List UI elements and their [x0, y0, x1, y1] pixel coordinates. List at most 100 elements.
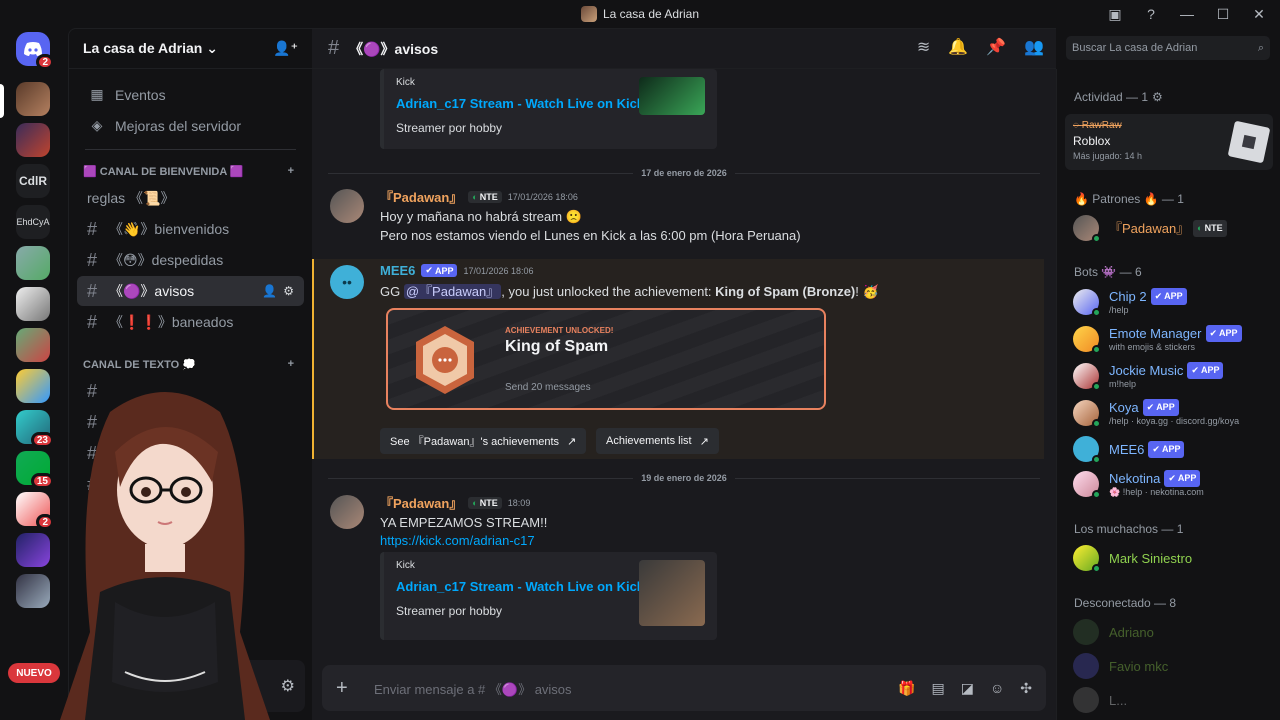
member-list-icon[interactable]: 👥 [1024, 37, 1044, 57]
help-icon[interactable]: ? [1140, 3, 1162, 25]
member-padawan[interactable]: 『Padawan』 ◐ NTE [1073, 215, 1227, 243]
avatar[interactable]: •• [330, 265, 364, 299]
gear-icon[interactable]: ⚙ [1152, 90, 1163, 104]
member-list: Actividad — 1 ⚙ ◌ RawRaw Roblox Más jugad… [1056, 69, 1280, 720]
member-name: L... [1109, 692, 1128, 708]
gear-icon[interactable]: ⚙ [283, 284, 294, 298]
search-icon: ⌕ [1257, 41, 1264, 54]
activity-card[interactable]: ◌ RawRaw Roblox Más jugado: 14 h [1065, 114, 1273, 170]
member-offline[interactable]: L... [1073, 687, 1127, 713]
channel-despedidas[interactable]: # 《😳》despedidas [77, 245, 304, 275]
avatar[interactable] [330, 495, 364, 529]
sticker-icon[interactable]: ◪ [961, 680, 974, 697]
channel-text-2[interactable]: # [77, 407, 304, 437]
add-channel-icon[interactable]: + [288, 358, 294, 370]
member-offline[interactable]: Adriano [1073, 619, 1154, 645]
tag-label: APP [1219, 328, 1238, 338]
member-bot[interactable]: Nekotina ✔ APP 🌸 !help · nekotina.com [1073, 470, 1204, 499]
channel-text-3[interactable]: # [77, 438, 304, 468]
member-bot[interactable]: Emote Manager ✔ APP with emojis & stickers [1073, 325, 1242, 354]
emoji-icon[interactable]: ☺ [990, 680, 1004, 697]
avatar [1073, 619, 1099, 645]
search-input[interactable]: Buscar La casa de Adrian ⌕ [1066, 36, 1270, 60]
achievement-card[interactable]: ACHIEVEMENT UNLOCKED! King of Spam Send … [386, 308, 826, 410]
server-ehdcya[interactable]: EhdCyA [16, 205, 50, 239]
threads-icon[interactable]: ≋ [917, 37, 930, 57]
user-mention[interactable]: @『Padawan』 [403, 284, 502, 299]
home-button[interactable]: 2 [16, 32, 54, 70]
attach-plus-icon[interactable]: + [336, 677, 356, 700]
embed-thumbnail[interactable] [639, 560, 705, 626]
app-tag: ✔ APP [1187, 362, 1224, 379]
server-8[interactable] [16, 369, 50, 403]
date-divider: 19 de enero de 2026 [328, 472, 1040, 484]
message-author[interactable]: 『Padawan』 [380, 187, 462, 206]
close-icon[interactable]: ✕ [1248, 3, 1270, 25]
spinner-icon: ◌ [1073, 120, 1082, 131]
avatar [1073, 362, 1101, 391]
composer-placeholder[interactable]: Enviar mensaje a # 《🟣》 avisos [374, 679, 880, 698]
channel-baneados[interactable]: # 《❗❗》baneados [77, 307, 304, 337]
server-11[interactable]: 2 [16, 492, 54, 530]
message-author[interactable]: MEE6 [380, 263, 415, 278]
tag-icon: ◐ [472, 497, 478, 508]
server-cdlr[interactable]: CdlR [16, 164, 50, 198]
message-author[interactable]: 『Padawan』 [380, 493, 462, 512]
see-achievements-button[interactable]: See 『Padawan』's achievements ↗ [380, 428, 587, 454]
member-bot[interactable]: Jockie Music ✔ APP m!help [1073, 362, 1224, 391]
date-divider-label: 19 de enero de 2026 [641, 473, 727, 483]
channel-text-1[interactable]: # [77, 376, 304, 406]
chat-area: # 《🟣》avisos ≋ 🔔 📌 👥 Kick Adrian_c17 Stre… [312, 28, 1056, 720]
member-bot[interactable]: Chip 2 ✔ APP/help [1073, 288, 1187, 317]
message-link[interactable]: https://kick.com/adrian-c17 [380, 533, 1030, 548]
server-10[interactable]: 15 [16, 451, 54, 489]
text-part: ! 🥳 [855, 284, 879, 299]
invite-icon[interactable]: 👤⁺ [273, 40, 298, 57]
avatar [1073, 545, 1101, 573]
avatar[interactable] [330, 189, 364, 223]
maximize-icon[interactable]: ☐ [1212, 3, 1234, 25]
achievements-list-button[interactable]: Achievements list ↗ [596, 428, 719, 454]
server-7[interactable] [16, 328, 50, 362]
server-6[interactable] [16, 287, 50, 321]
gift-icon[interactable]: 🎁 [898, 680, 915, 697]
server-la-casa[interactable] [16, 82, 50, 116]
embed-thumbnail[interactable] [639, 77, 705, 115]
sidebar-item-mejoras[interactable]: ◈ Mejoras del servidor [77, 110, 304, 141]
channel-text-4[interactable]: # [77, 469, 304, 499]
minimize-icon[interactable]: — [1176, 3, 1198, 25]
message-composer[interactable]: + Enviar mensaje a # 《🟣》 avisos 🎁 ▤ ◪ ☺ … [322, 665, 1046, 711]
user-settings-gear-icon[interactable]: ⚙ [281, 676, 295, 696]
category-texto[interactable]: CANAL DE TEXTO 💭 + [69, 353, 312, 375]
member-bot[interactable]: Koya ✔ APP/help · koya.gg · discord.gg/ko… [1073, 399, 1239, 428]
embed-description: Streamer por hobby [396, 121, 503, 135]
channel-bienvenidos[interactable]: # 《👋》bienvenidos [77, 214, 304, 244]
server-13[interactable] [16, 574, 50, 608]
server-5[interactable] [16, 246, 50, 280]
server-9[interactable]: 23 [16, 410, 54, 448]
channel-sidebar: La casa de Adrian ⌄ 👤⁺ ▦ Eventos ◈ Mejoras… [68, 28, 312, 720]
inbox-icon[interactable]: ▣ [1104, 3, 1126, 25]
server-12[interactable] [16, 533, 50, 567]
add-channel-icon[interactable]: + [288, 165, 294, 177]
server-2[interactable] [16, 123, 50, 157]
member-bot[interactable]: MEE6 ✔ APP [1073, 436, 1185, 464]
message: 『Padawan』 ◐ NTE 18:09 YA EMPEZAMOS STREAM… [330, 493, 1030, 548]
member-mark[interactable]: Mark Siniestro [1073, 545, 1192, 573]
avatar[interactable] [87, 672, 115, 700]
gif-icon[interactable]: ▤ [932, 680, 945, 697]
channel-avisos[interactable]: # 《🟣》avisos 👤 ⚙ [77, 276, 304, 306]
category-bienvenida[interactable]: 🟪 CANAL DE BIENVENIDA 🟪 + [69, 160, 312, 182]
apps-icon[interactable]: ✣ [1020, 680, 1032, 697]
pin-icon[interactable]: 📌 [986, 37, 1006, 57]
bell-icon[interactable]: 🔔 [948, 37, 968, 57]
channel-reglas[interactable]: reglas 《📜》 [77, 183, 304, 213]
server-header[interactable]: La casa de Adrian ⌄ 👤⁺ [69, 29, 312, 69]
invite-icon[interactable]: 👤 [262, 284, 277, 298]
group-bots: Bots 👾 — 6 [1074, 265, 1142, 279]
new-badge[interactable]: NUEVO [8, 663, 60, 683]
sidebar-item-eventos[interactable]: ▦ Eventos [77, 79, 304, 110]
online-status-icon [1092, 381, 1101, 391]
text-part: , you just unlocked the achievement: [501, 284, 716, 299]
member-offline[interactable]: Favio mkc [1073, 653, 1168, 679]
